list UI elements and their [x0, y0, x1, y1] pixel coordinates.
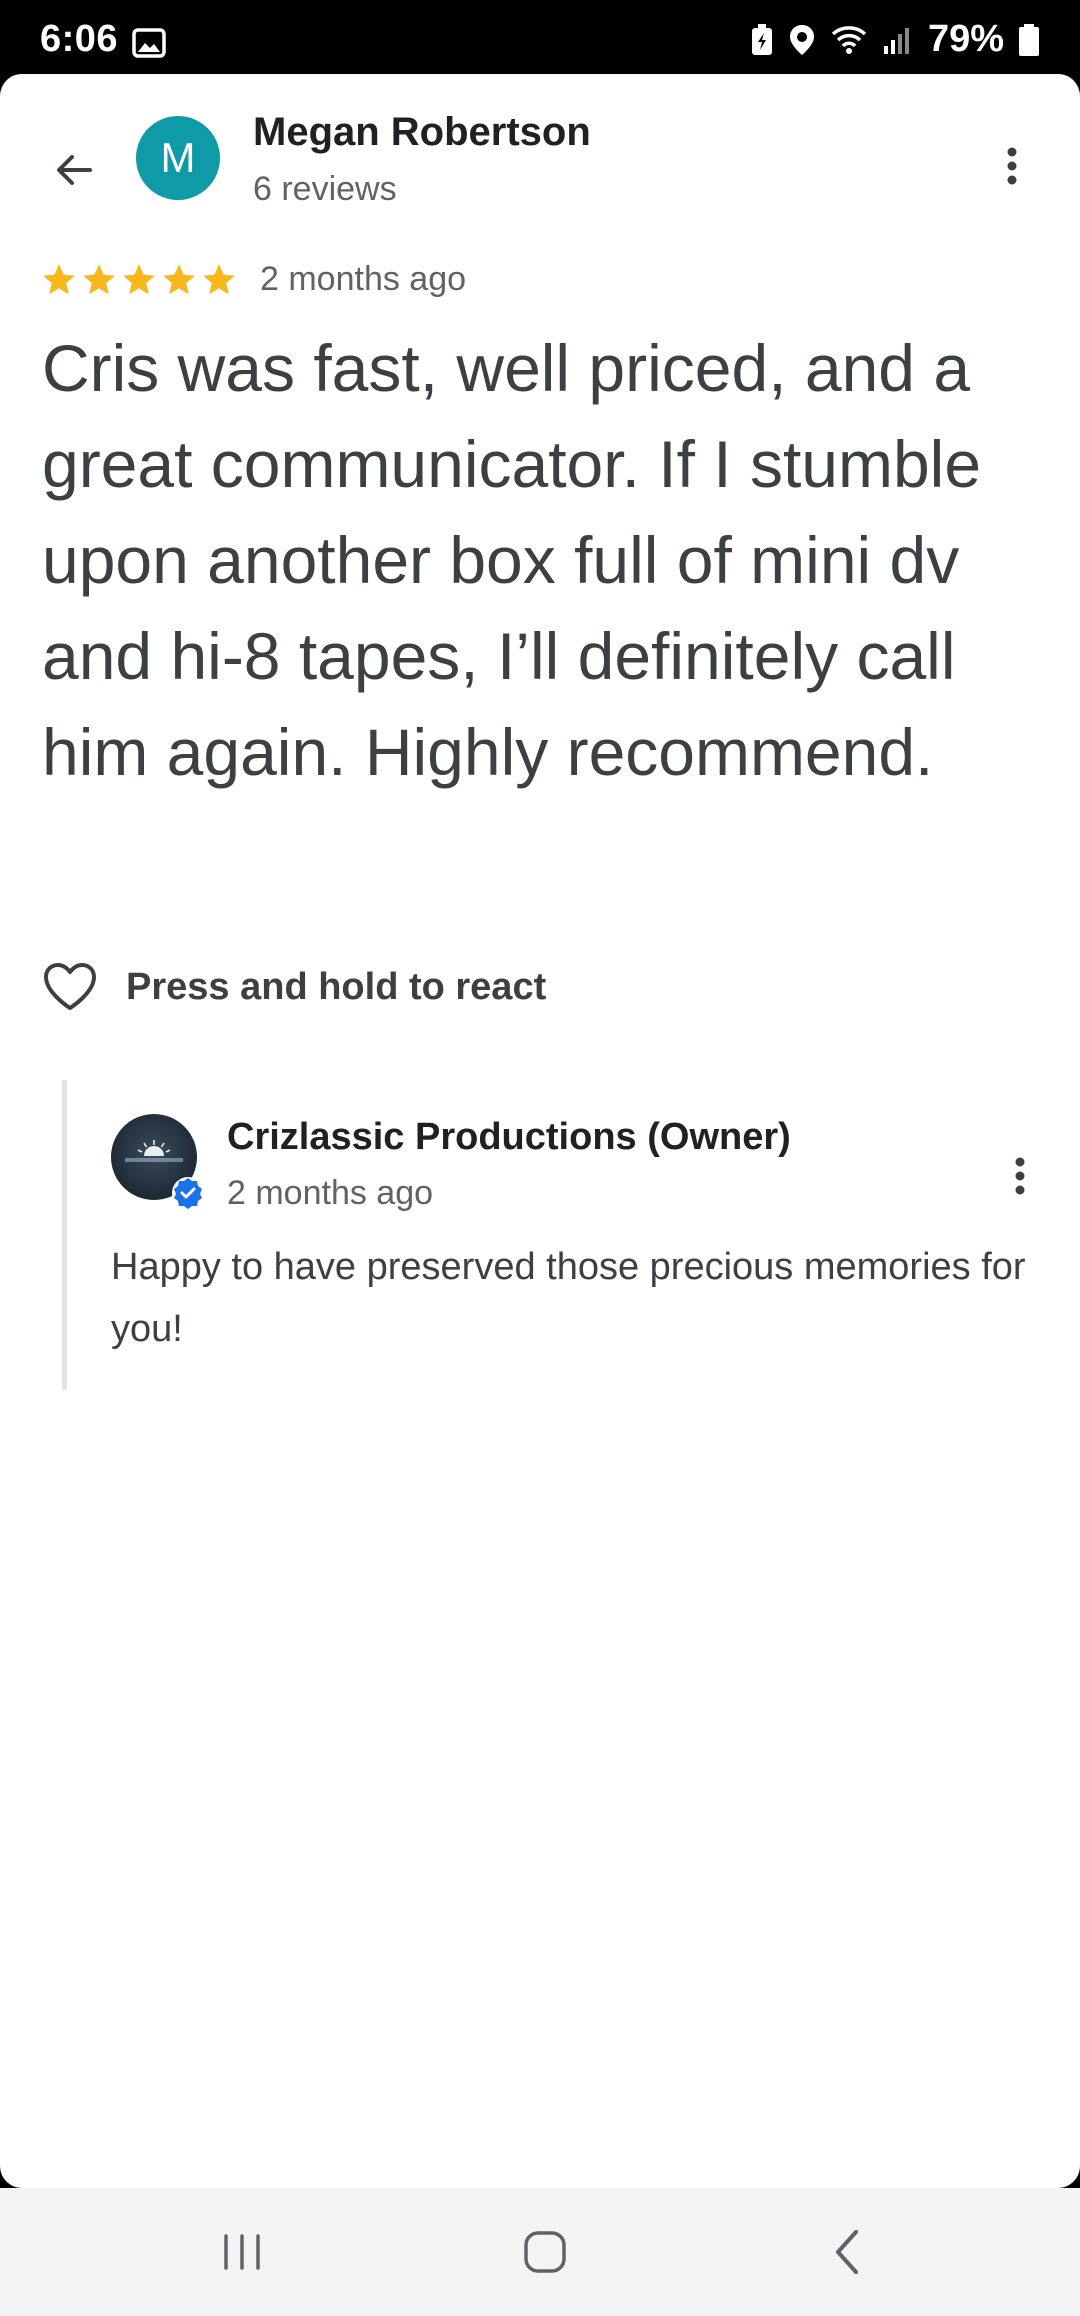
owner-name[interactable]: Crizlassic Productions (Owner) [227, 1116, 791, 1159]
more-options-button[interactable] [980, 134, 1044, 198]
star-icon [83, 263, 115, 294]
status-icons: 79% [750, 18, 1040, 61]
battery-percent: 79% [927, 18, 1004, 60]
review-sheet: M Megan Robertson 6 reviews 2 months ago… [0, 74, 1080, 2188]
star-icon [203, 263, 235, 294]
rating-row: 2 months ago [40, 260, 466, 299]
home-icon [524, 2231, 566, 2273]
status-time: 6:06 [40, 18, 119, 60]
gallery-icon [132, 28, 166, 58]
reviewer-name[interactable]: Megan Robertson [253, 110, 591, 155]
nav-back-button[interactable] [808, 2218, 888, 2286]
reviewer-review-count: 6 reviews [253, 170, 397, 208]
home-button[interactable] [505, 2218, 585, 2286]
star-icon [43, 263, 75, 294]
owner-reply-more-button[interactable] [988, 1144, 1052, 1208]
back-icon [836, 2230, 858, 2274]
review-text: Cris was fast, well priced, and a great … [42, 331, 982, 789]
more-vert-icon [1015, 1157, 1025, 1195]
status-bar: 6:06 79% [0, 0, 1080, 76]
system-nav-bar [0, 2188, 1080, 2316]
star-icon [123, 263, 155, 294]
back-button[interactable] [38, 134, 110, 206]
location-icon [789, 24, 814, 55]
heart-outline-icon [44, 963, 96, 1010]
verified-badge-icon [172, 1177, 204, 1209]
signal-icon [883, 27, 909, 54]
react-label: Press and hold to react [126, 965, 547, 1008]
arrow-back-icon [57, 155, 92, 185]
owner-reply-time: 2 months ago [227, 1174, 434, 1212]
battery-icon [1019, 23, 1039, 56]
react-button[interactable]: Press and hold to react [42, 962, 546, 1012]
more-vert-icon [1007, 147, 1017, 185]
recent-apps-button[interactable] [202, 2218, 282, 2286]
review-time: 2 months ago [260, 260, 467, 298]
wifi-icon [831, 25, 867, 54]
recent-apps-icon [224, 2234, 260, 2270]
review-header: M Megan Robertson 6 reviews [0, 74, 1080, 244]
owner-reply-text: Happy to have preserved those precious m… [111, 1246, 1026, 1350]
owner-reply: Crizlassic Productions (Owner) 2 months … [62, 1080, 1052, 1390]
battery-saver-icon [751, 23, 772, 55]
reviewer-avatar[interactable]: M [136, 116, 220, 200]
star-rating [40, 261, 238, 299]
star-icon [163, 263, 195, 294]
